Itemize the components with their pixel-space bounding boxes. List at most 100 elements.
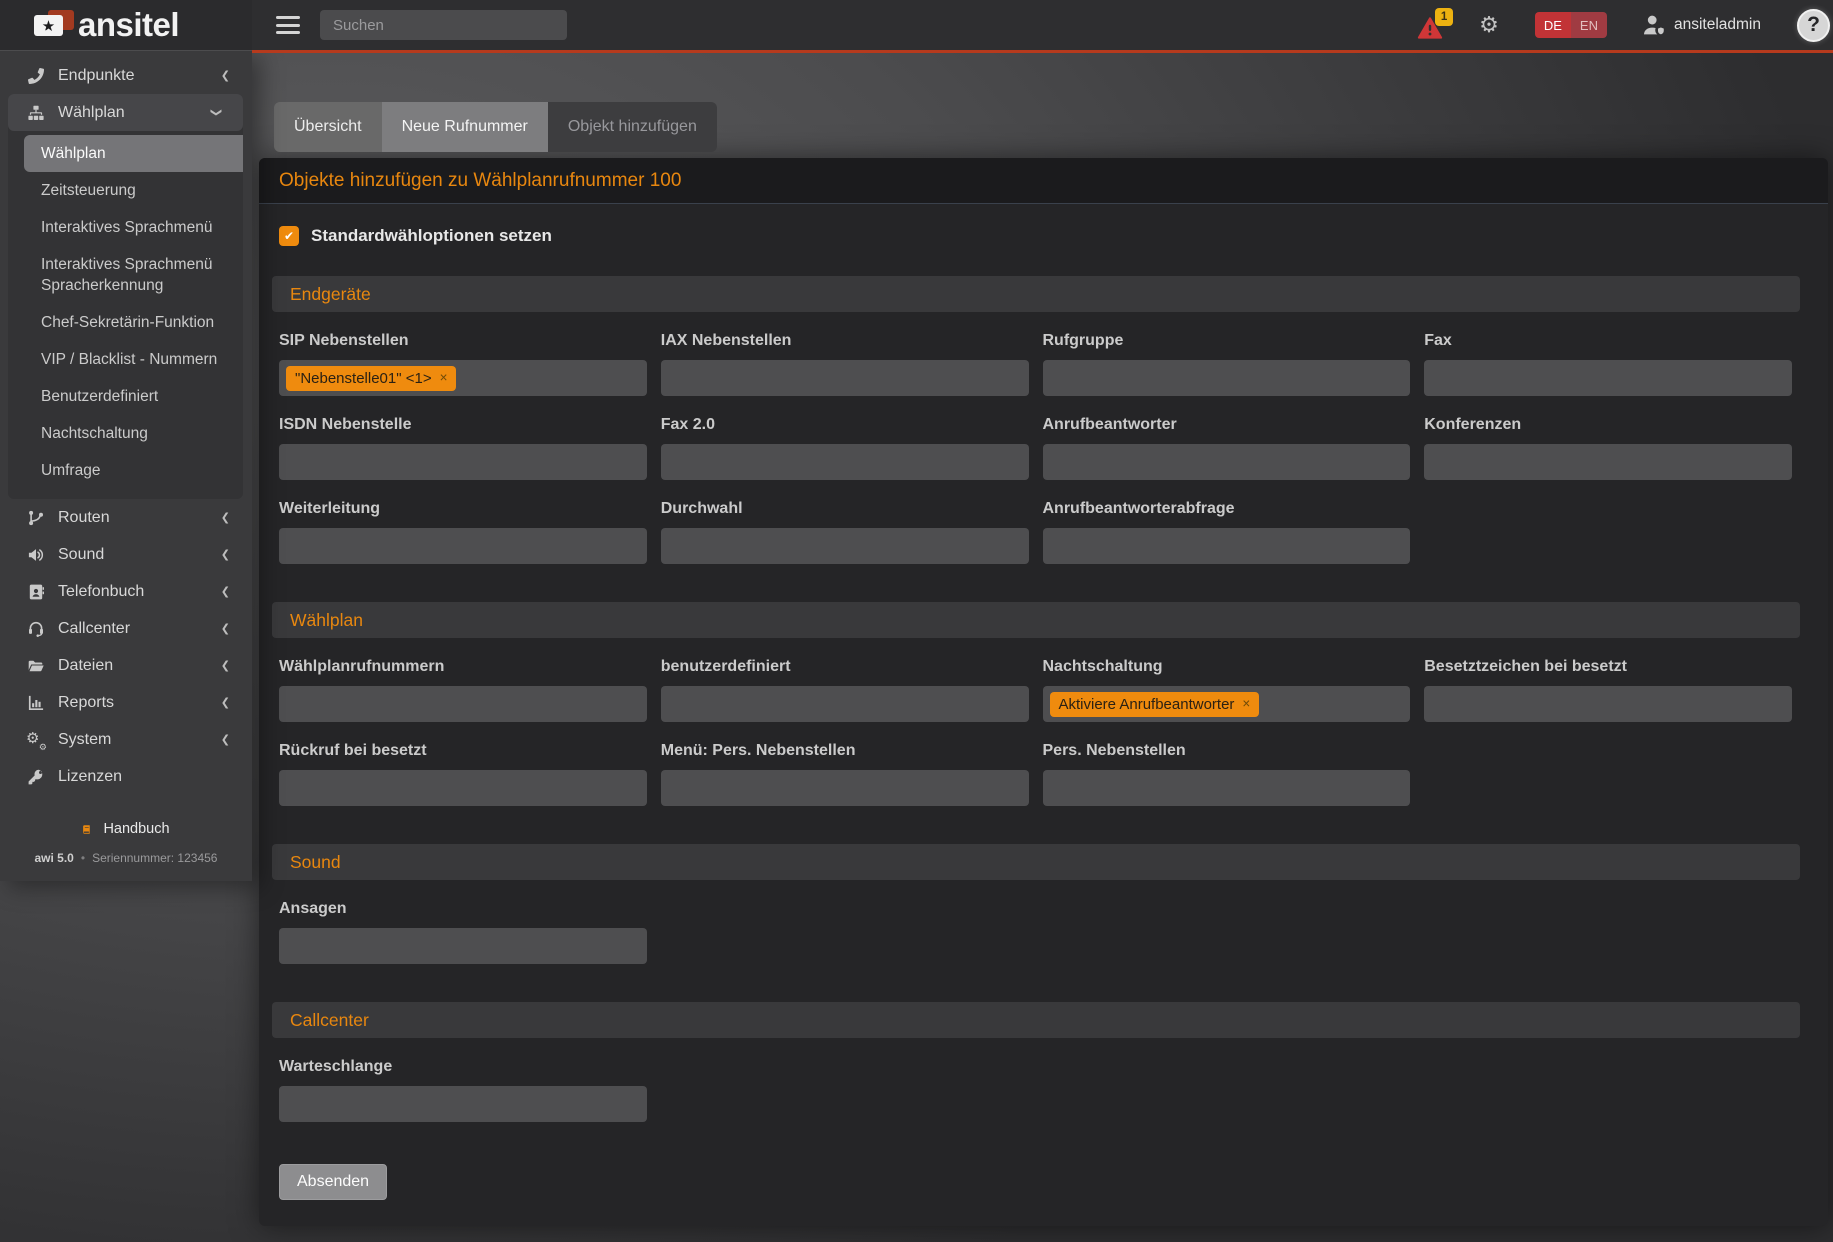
field-label: IAX Nebenstellen xyxy=(661,332,1029,352)
menü-pers-nebenstellen-field[interactable] xyxy=(661,770,1029,806)
manual-link[interactable]: Handbuch xyxy=(82,821,169,837)
card-body: ✔ Standardwähloptionen setzen EndgeräteS… xyxy=(259,204,1828,1226)
alerts-count-badge: 1 xyxy=(1435,8,1453,26)
fax-2-0-field[interactable] xyxy=(661,444,1029,480)
chevron-left-icon: ❮ xyxy=(221,696,230,709)
field-grid: SIP Nebenstellen "Nebenstelle01" <1> × IAX… xyxy=(279,312,1792,564)
sidebar-subitem-vip-blacklist-nummern[interactable]: VIP / Blacklist - Nummern xyxy=(24,341,243,378)
sidebar-subitem-benutzerdefiniert[interactable]: Benutzerdefiniert xyxy=(24,378,243,415)
sidebar-item-routen[interactable]: Routen❮ xyxy=(0,499,252,536)
help-button[interactable]: ? xyxy=(1797,9,1830,42)
rückruf-bei-besetzt-field[interactable] xyxy=(279,770,647,806)
sidebar-item-callcenter[interactable]: Callcenter❮ xyxy=(0,610,252,647)
field-label: Durchwahl xyxy=(661,500,1029,520)
tab-neue-rufnummer[interactable]: Neue Rufnummer xyxy=(382,102,548,152)
sidebar-item-dateien[interactable]: Dateien❮ xyxy=(0,647,252,684)
settings-gear-icon[interactable]: ⚙ xyxy=(1479,14,1499,36)
sidebar-subitem-zeitsteuerung[interactable]: Zeitsteuerung xyxy=(24,172,243,209)
field-label: Besetztzeichen bei besetzt xyxy=(1424,658,1792,678)
form-field: Fax xyxy=(1424,332,1792,396)
field-label: SIP Nebenstellen xyxy=(279,332,647,352)
nachtschaltung-field[interactable]: Aktiviere Anrufbeantworter × xyxy=(1043,686,1411,722)
tag-remove-icon[interactable]: × xyxy=(440,371,448,385)
menu-toggle-button[interactable] xyxy=(276,16,300,34)
chevron-left-icon: ❮ xyxy=(221,585,230,598)
selected-tag: "Nebenstelle01" <1> × xyxy=(286,366,456,391)
sidebar-subitem-nachtschaltung[interactable]: Nachtschaltung xyxy=(24,415,243,452)
folder-open-icon xyxy=(28,658,46,674)
sidebar-item-telefonbuch[interactable]: Telefonbuch ❮ xyxy=(0,573,252,610)
durchwahl-field[interactable] xyxy=(661,528,1029,564)
field-label: Rufgruppe xyxy=(1043,332,1411,352)
user-menu[interactable]: ansiteladmin xyxy=(1643,14,1761,36)
konferenzen-field[interactable] xyxy=(1424,444,1792,480)
sidebar-item-waehlplan[interactable]: Wählplan❯ xyxy=(8,94,243,131)
sidebar-item-label: Sound xyxy=(58,546,104,564)
app-logo: ★ ansitel xyxy=(0,0,252,50)
field-label: Pers. Nebenstellen xyxy=(1043,742,1411,762)
field-grid: Warteschlange xyxy=(279,1038,1792,1122)
weiterleitung-field[interactable] xyxy=(279,528,647,564)
field-label: benutzerdefiniert xyxy=(661,658,1029,678)
section-title: Sound xyxy=(290,852,341,873)
field-label: Ansagen xyxy=(279,900,647,920)
sidebar-submenu: WählplanZeitsteuerungInteraktives Sprach… xyxy=(8,131,243,495)
fax-field[interactable] xyxy=(1424,360,1792,396)
language-switch: DE EN xyxy=(1535,12,1607,38)
form-field: IAX Nebenstellen xyxy=(661,332,1029,396)
sidebar-footer: Handbuchawi 5.0•Seriennummer: 123456 xyxy=(0,821,252,865)
form-field: Menü: Pers. Nebenstellen xyxy=(661,742,1029,806)
standard-options-checkbox-row[interactable]: ✔ Standardwähloptionen setzen xyxy=(279,226,552,246)
sidebar-item-sound[interactable]: Sound ❮ xyxy=(0,536,252,573)
sidebar-subitem-interaktives-sprachmenü-spracherkennung[interactable]: Interaktives Sprachmenü Spracherkennung xyxy=(24,246,243,304)
tab-objekt-hinzufügen[interactable]: Objekt hinzufügen xyxy=(548,102,717,152)
anrufbeantworterabfrage-field[interactable] xyxy=(1043,528,1411,564)
tag-remove-icon[interactable]: × xyxy=(1242,697,1250,711)
anrufbeantworter-field[interactable] xyxy=(1043,444,1411,480)
section-title: Callcenter xyxy=(290,1010,369,1031)
form-field: Warteschlange xyxy=(279,1058,647,1122)
submit-button[interactable]: Absenden xyxy=(279,1164,387,1200)
sidebar-item-lizenzen[interactable]: Lizenzen xyxy=(0,758,252,795)
sip-nebenstellen-field[interactable]: "Nebenstelle01" <1> × xyxy=(279,360,647,396)
alerts-button[interactable]: 1 xyxy=(1417,12,1445,38)
ansagen-field[interactable] xyxy=(279,928,647,964)
tab-übersicht[interactable]: Übersicht xyxy=(274,102,382,152)
chevron-left-icon: ❮ xyxy=(221,548,230,561)
iax-nebenstellen-field[interactable] xyxy=(661,360,1029,396)
sidebar-item-system[interactable]: ⚙⚙System❮ xyxy=(0,721,252,758)
benutzerdefiniert-field[interactable] xyxy=(661,686,1029,722)
search-input[interactable] xyxy=(320,10,567,40)
sidebar-item-endpunkte[interactable]: Endpunkte❮ xyxy=(0,57,252,94)
form-field: Pers. Nebenstellen xyxy=(1043,742,1411,806)
wählplanrufnummern-field[interactable] xyxy=(279,686,647,722)
field-label: Nachtschaltung xyxy=(1043,658,1411,678)
field-label: Rückruf bei besetzt xyxy=(279,742,647,762)
field-label: Anrufbeantworterabfrage xyxy=(1043,500,1411,520)
rufgruppe-field[interactable] xyxy=(1043,360,1411,396)
version-label: awi 5.0 xyxy=(35,851,74,865)
chevron-left-icon: ❮ xyxy=(221,622,230,635)
lang-en-button[interactable]: EN xyxy=(1571,12,1607,38)
sidebar-subitem-umfrage[interactable]: Umfrage xyxy=(24,452,243,489)
pers-nebenstellen-field[interactable] xyxy=(1043,770,1411,806)
sidebar-subitem-wählplan[interactable]: Wählplan xyxy=(24,135,243,172)
sidebar-item-label: Reports xyxy=(58,694,114,712)
warteschlange-field[interactable] xyxy=(279,1086,647,1122)
sidebar-subitem-chef-sekretärin-funktion[interactable]: Chef-Sekretärin-Funktion xyxy=(24,304,243,341)
lang-de-button[interactable]: DE xyxy=(1535,12,1571,38)
sidebar-item-label: Telefonbuch xyxy=(58,583,144,601)
sidebar-subitem-interaktives-sprachmenü[interactable]: Interaktives Sprachmenü xyxy=(24,209,243,246)
form-card: Objekte hinzufügen zu Wählplanrufnummer … xyxy=(259,158,1828,1226)
phone-icon xyxy=(28,68,46,84)
username-label: ansiteladmin xyxy=(1674,16,1761,34)
isdn-nebenstelle-field[interactable] xyxy=(279,444,647,480)
form-field: ISDN Nebenstelle xyxy=(279,416,647,480)
checkbox-checked-icon[interactable]: ✔ xyxy=(279,226,299,246)
sidebar-item-label: Routen xyxy=(58,509,110,527)
besetztzeichen-bei-besetzt-field[interactable] xyxy=(1424,686,1792,722)
sidebar-item-reports[interactable]: Reports ❮ xyxy=(0,684,252,721)
field-grid: Ansagen xyxy=(279,880,1792,964)
section-header-callcenter: Callcenter xyxy=(272,1002,1800,1038)
serial-number-label: Seriennummer: 123456 xyxy=(92,851,217,865)
